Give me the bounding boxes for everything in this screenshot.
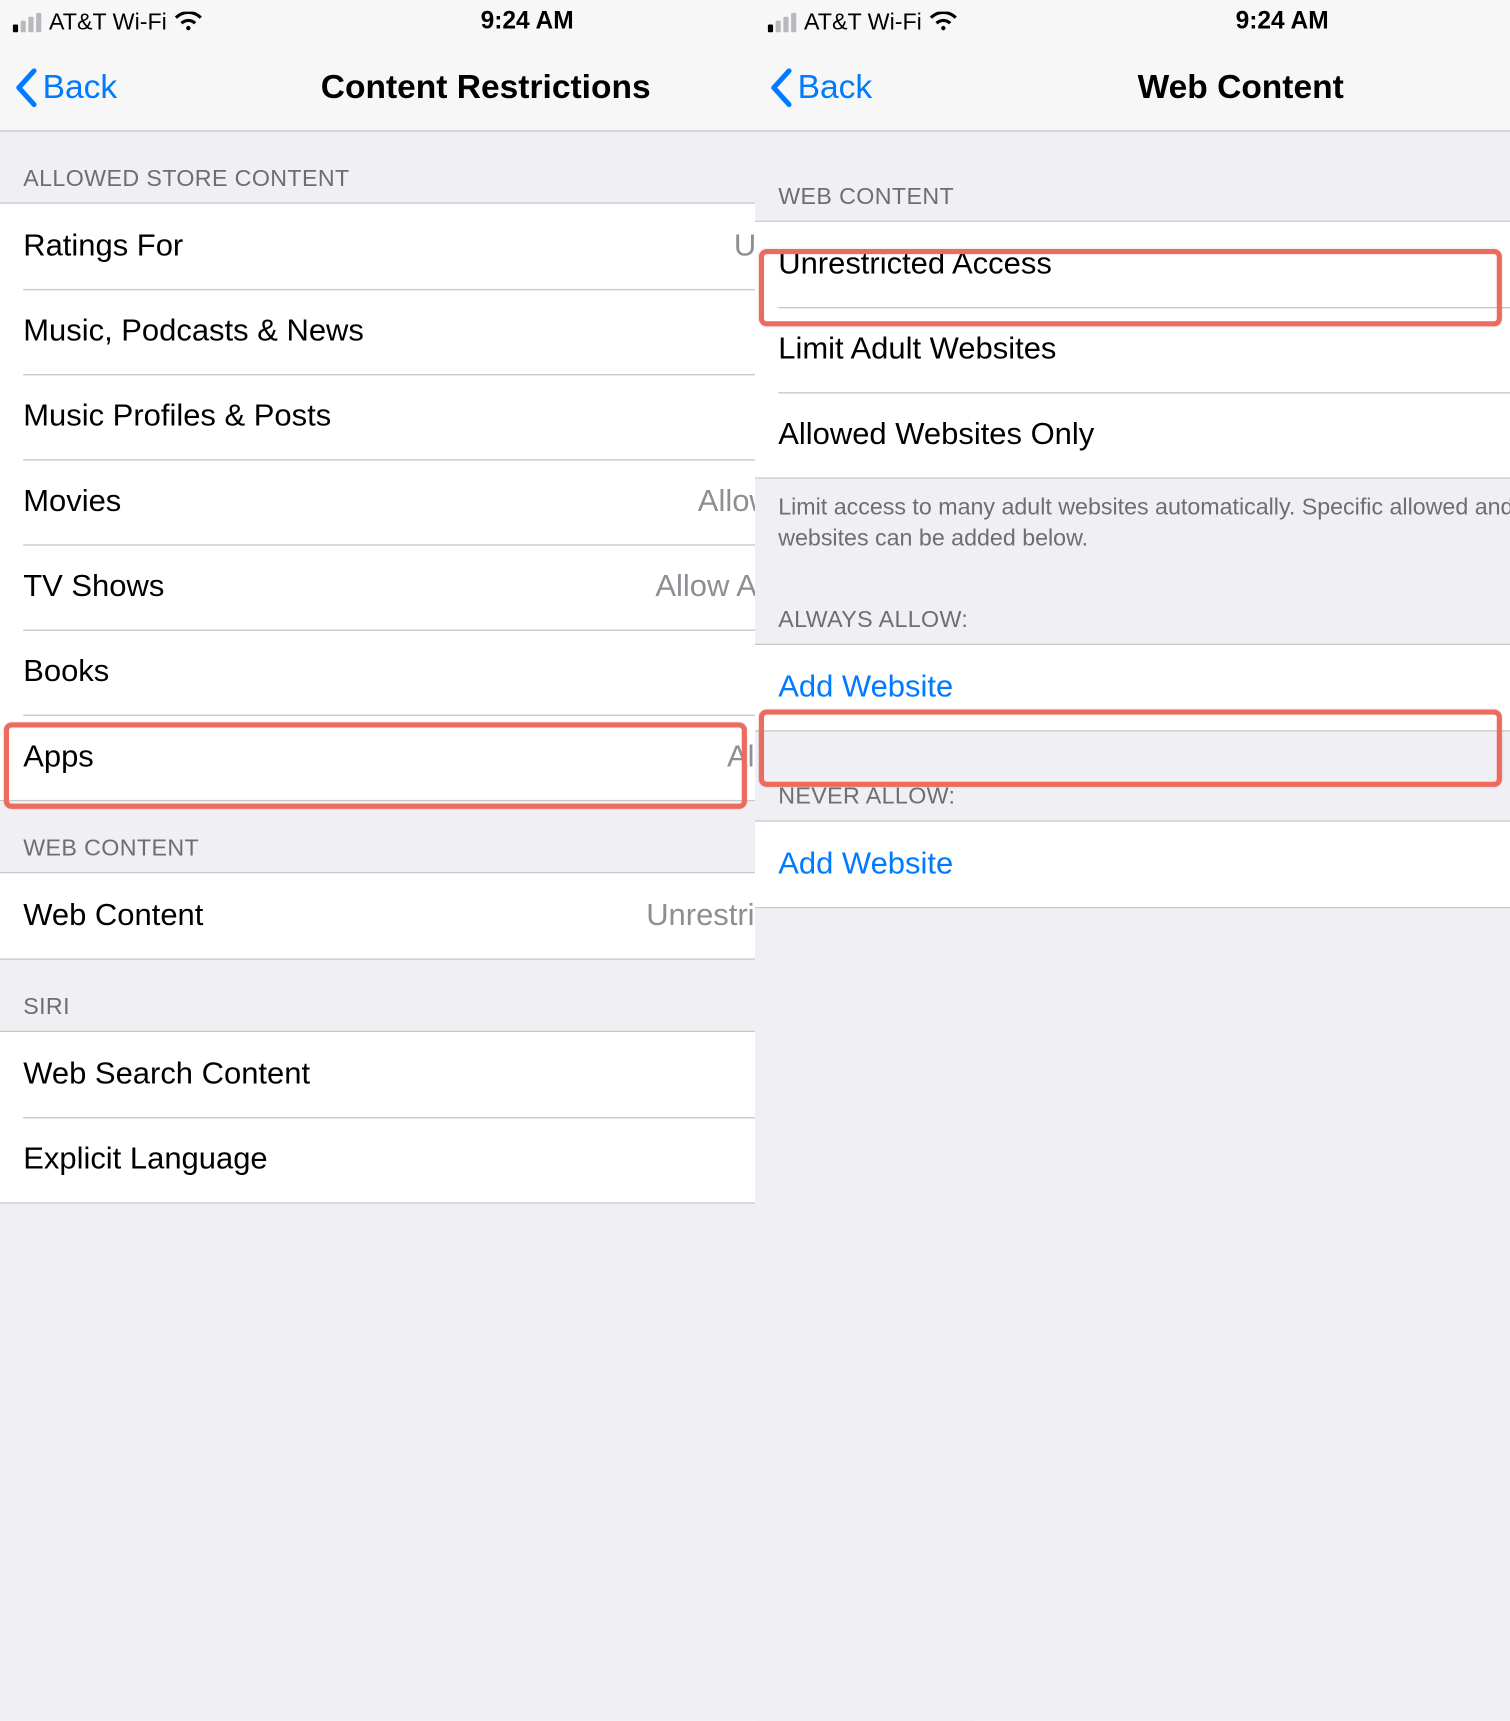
row-label: Add Website: [778, 846, 1510, 882]
row-label: Ratings For: [23, 228, 734, 264]
row-label: Books: [23, 654, 821, 690]
row-label: Explicit Language: [23, 1142, 846, 1178]
option-label: Limit Adult Websites: [778, 332, 1510, 368]
chevron-left-icon: [770, 68, 792, 107]
clock: 9:24 AM: [1236, 8, 1329, 36]
option-label: Unrestricted Access: [778, 246, 1510, 282]
section-footer-web-content: Limit access to many adult websites auto…: [755, 479, 1510, 573]
row-label: Web Content: [23, 898, 646, 934]
row-label: TV Shows: [23, 569, 655, 605]
row-label: Music, Podcasts & News: [23, 313, 821, 349]
row-label: Music Profiles & Posts: [23, 399, 878, 435]
back-button[interactable]: Back: [15, 67, 117, 107]
row-label: Apps: [23, 739, 727, 775]
wifi-icon: [175, 12, 203, 33]
back-label: Back: [43, 67, 118, 107]
section-header-always-allow: ALWAYS ALLOW:: [755, 572, 1510, 643]
option-allowed-only[interactable]: Allowed Websites Only: [755, 392, 1510, 477]
status-bar: AT&T Wi-Fi 9:24 AM 92%: [755, 0, 1510, 44]
wifi-icon: [930, 12, 958, 33]
add-website-never[interactable]: Add Website: [755, 821, 1510, 906]
group-never-allow: Add Website: [755, 820, 1510, 908]
add-website-always[interactable]: Add Website: [755, 644, 1510, 729]
cellular-signal-icon: [768, 12, 796, 31]
row-label: Movies: [23, 484, 698, 520]
option-limit-adult[interactable]: Limit Adult Websites: [755, 307, 1510, 392]
group-web-content-options: Unrestricted Access Limit Adult Websites…: [755, 221, 1510, 479]
row-label: Add Website: [778, 669, 1510, 705]
back-label: Back: [798, 67, 873, 107]
chevron-left-icon: [15, 68, 37, 107]
section-header-web-content: WEB CONTENT: [755, 132, 1510, 221]
back-button[interactable]: Back: [770, 67, 872, 107]
option-label: Allowed Websites Only: [778, 417, 1510, 453]
clock: 9:24 AM: [481, 8, 574, 36]
row-label: Web Search Content: [23, 1057, 846, 1093]
screenshot-web-content: AT&T Wi-Fi 9:24 AM 92% Back Web Content …: [755, 0, 1510, 1721]
carrier-label: AT&T Wi-Fi: [49, 8, 167, 35]
group-always-allow: Add Website: [755, 643, 1510, 731]
option-unrestricted[interactable]: Unrestricted Access: [755, 222, 1510, 307]
nav-bar: Back Web Content: [755, 44, 1510, 132]
cellular-signal-icon: [13, 12, 41, 31]
carrier-label: AT&T Wi-Fi: [804, 8, 922, 35]
section-header-never-allow: NEVER ALLOW:: [755, 731, 1510, 820]
